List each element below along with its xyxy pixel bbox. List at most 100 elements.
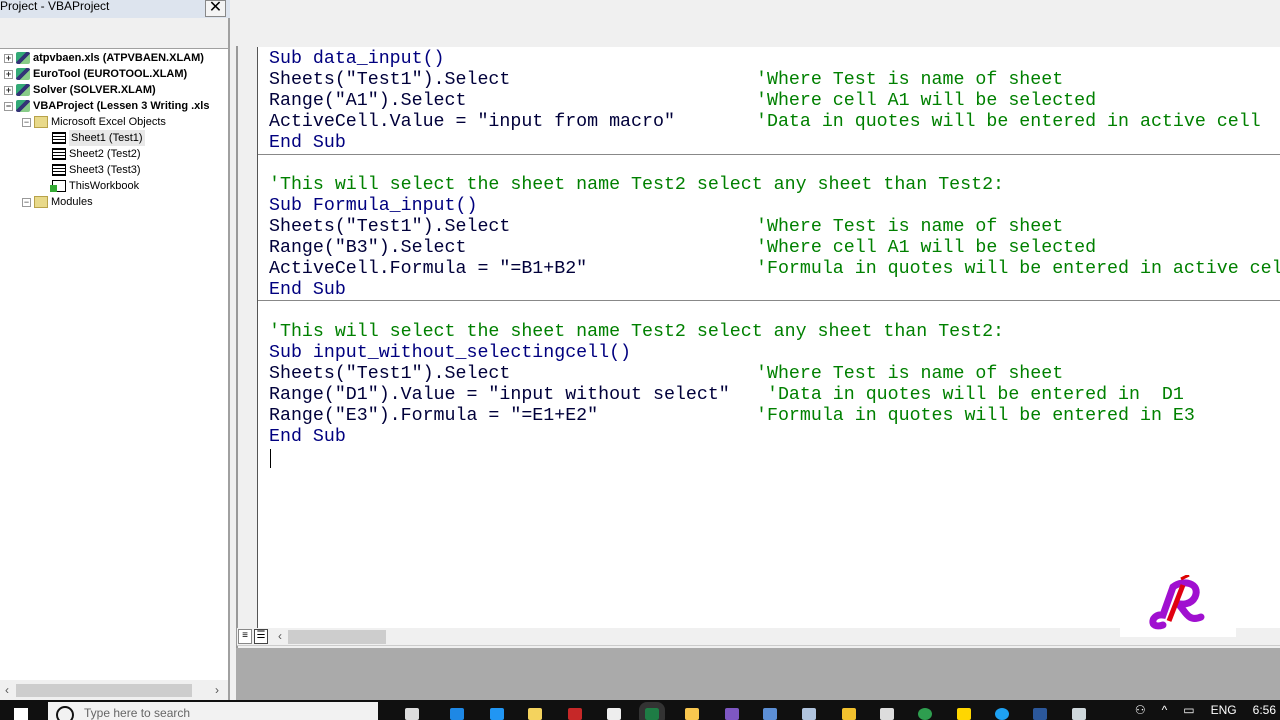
- scrollbar-thumb[interactable]: [16, 684, 192, 697]
- people-icon[interactable]: ⚇: [1135, 703, 1146, 717]
- workbook-icon: [50, 180, 66, 192]
- code-line[interactable]: Sub input_without_selectingcell(): [269, 343, 631, 364]
- visual-studio-icon[interactable]: [725, 708, 739, 720]
- tree-node[interactable]: Sheet1 (Test1): [40, 130, 145, 146]
- project-explorer: Project - VBAProject ✕ + atpvbaen.xls (AT…: [0, 0, 230, 700]
- scroll-right-icon[interactable]: ›: [210, 682, 224, 699]
- tree-node[interactable]: + atpvbaen.xls (ATPVBAEN.XLAM): [4, 50, 204, 66]
- code-text: Range("B3").Select: [269, 238, 467, 258]
- tree-node[interactable]: Sheet2 (Test2): [40, 146, 141, 162]
- system-tray: ⚇ ^ ▭ ENG 6:56: [1135, 703, 1280, 717]
- code-line[interactable]: Range("B3").Select 'Where cell A1 will be…: [269, 238, 1096, 259]
- scroll-left-icon[interactable]: ‹: [273, 628, 287, 645]
- word-icon[interactable]: [1033, 708, 1047, 720]
- expand-toggle-icon[interactable]: −: [22, 197, 31, 207]
- code-line[interactable]: Range("D1").Value = "input without selec…: [269, 385, 1184, 406]
- expand-toggle-icon[interactable]: +: [4, 69, 13, 79]
- taskbar-search-box[interactable]: Type here to search: [48, 702, 378, 720]
- code-line[interactable]: Sub data_input(): [269, 49, 445, 70]
- code-line[interactable]: ActiveCell.Value = "input from macro" 'Da…: [269, 112, 1261, 133]
- code-comment: 'Where cell A1 will be selected: [756, 91, 1097, 111]
- code-comment: 'Data in quotes will be entered in activ…: [756, 112, 1261, 132]
- tree-node[interactable]: − Modules: [22, 194, 93, 210]
- code-text: End Sub: [269, 427, 346, 447]
- expand-toggle-icon[interactable]: +: [4, 53, 13, 63]
- tree-node[interactable]: ThisWorkbook: [40, 178, 139, 194]
- code-line[interactable]: Sheets("Test1").Select 'Where Test is nam…: [269, 70, 1063, 91]
- code-comment: 'Where Test is name of sheet: [756, 217, 1064, 237]
- store-icon[interactable]: [607, 708, 621, 720]
- edge-icon[interactable]: [450, 708, 464, 720]
- procedure-view-icon[interactable]: ≡: [238, 629, 252, 644]
- worksheet-icon: [52, 148, 66, 160]
- file-explorer-icon[interactable]: [528, 708, 542, 720]
- code-line[interactable]: Sub Formula_input(): [269, 196, 477, 217]
- app-icon[interactable]: [685, 708, 699, 720]
- windows-start-icon[interactable]: [14, 708, 28, 720]
- tree-node[interactable]: − VBAProject (Lessen 3 Writing .xls: [4, 98, 209, 114]
- vba-project-icon: [16, 52, 30, 64]
- keyboard-icon[interactable]: ▭: [1183, 703, 1194, 717]
- code-line[interactable]: Range("E3").Formula = "=E1+E2" 'Formula i…: [269, 406, 1195, 427]
- full-module-view-icon[interactable]: ☰: [254, 629, 268, 644]
- app-icon[interactable]: [568, 708, 582, 720]
- procedure-separator: [258, 300, 1280, 301]
- procedure-separator: [258, 154, 1280, 155]
- worksheet-icon: [52, 132, 66, 144]
- code-text: Sub input_without_selectingcell(): [269, 343, 632, 363]
- app-icon[interactable]: [1072, 708, 1086, 720]
- app-icon[interactable]: [842, 708, 856, 720]
- language-indicator[interactable]: ENG: [1211, 703, 1237, 717]
- close-icon[interactable]: ✕: [205, 0, 226, 17]
- code-line[interactable]: End Sub: [269, 280, 346, 301]
- code-line[interactable]: Range("A1").Select 'Where cell A1 will be…: [269, 91, 1096, 112]
- scroll-left-icon[interactable]: ‹: [0, 682, 14, 699]
- tree-node[interactable]: − Microsoft Excel Objects: [22, 114, 166, 130]
- code-comment: 'Formula in quotes will be entered in ac…: [756, 259, 1280, 279]
- scrollbar-thumb[interactable]: [288, 630, 386, 644]
- channel-logo: [1120, 573, 1236, 637]
- code-comment: 'Data in quotes will be entered in D1: [756, 385, 1184, 405]
- excel-icon[interactable]: [639, 702, 665, 720]
- clock[interactable]: 6:56: [1253, 703, 1276, 717]
- expand-toggle-icon[interactable]: −: [22, 117, 31, 127]
- app-icon[interactable]: [763, 708, 777, 720]
- code-comment: 'This will select the sheet name Test2 s…: [269, 175, 1005, 195]
- skype-icon[interactable]: [995, 708, 1009, 720]
- tree-node-label: Sheet2 (Test2): [69, 148, 141, 160]
- folder-icon: [34, 116, 48, 128]
- tree-node[interactable]: Sheet3 (Test3): [40, 162, 141, 178]
- code-line[interactable]: Sheets("Test1").Select 'Where Test is nam…: [269, 217, 1063, 238]
- app-icon[interactable]: [802, 708, 816, 720]
- code-editor[interactable]: Sub data_input() Sheets("Test1").Select 'W…: [257, 47, 1280, 628]
- show-hidden-icons[interactable]: ^: [1162, 703, 1168, 717]
- cortana-icon: [56, 706, 74, 720]
- app-icon[interactable]: [918, 708, 932, 720]
- code-text: Sheets("Test1").Select: [269, 217, 511, 237]
- code-line[interactable]: Sheets("Test1").Select 'Where Test is nam…: [269, 364, 1063, 385]
- vba-project-icon: [16, 100, 30, 112]
- tree-node[interactable]: + EuroTool (EUROTOOL.XLAM): [4, 66, 187, 82]
- task-view-icon[interactable]: [405, 708, 419, 720]
- text-cursor: [270, 449, 271, 468]
- tree-node[interactable]: + Solver (SOLVER.XLAM): [4, 82, 156, 98]
- app-icon[interactable]: [490, 708, 504, 720]
- code-line[interactable]: End Sub: [269, 427, 346, 448]
- expand-toggle-icon[interactable]: +: [4, 85, 13, 95]
- tree-node-label: Sheet3 (Test3): [69, 164, 141, 176]
- expand-toggle-icon[interactable]: −: [4, 101, 13, 111]
- tree-node-label: Microsoft Excel Objects: [51, 116, 166, 128]
- tree-node-label: Modules: [51, 196, 93, 208]
- code-text: Range("A1").Select: [269, 91, 467, 111]
- tree-node-label: ThisWorkbook: [69, 180, 140, 192]
- code-line[interactable]: End Sub: [269, 133, 346, 154]
- code-comment: 'Formula in quotes will be entered in E3: [756, 406, 1195, 426]
- code-line[interactable]: ActiveCell.Formula = "=B1+B2" 'Formula in…: [269, 259, 1280, 280]
- app-icon[interactable]: [880, 708, 894, 720]
- code-text: Sub data_input(): [269, 49, 445, 69]
- explorer-horizontal-scrollbar[interactable]: ‹ ›: [0, 682, 228, 699]
- windows-taskbar: Type here to search ⚇ ^ ▭ ENG 6:56: [0, 700, 1280, 720]
- code-text: Sheets("Test1").Select: [269, 364, 511, 384]
- app-icon[interactable]: [957, 708, 971, 720]
- code-text: ActiveCell.Value = "input from macro": [269, 112, 675, 132]
